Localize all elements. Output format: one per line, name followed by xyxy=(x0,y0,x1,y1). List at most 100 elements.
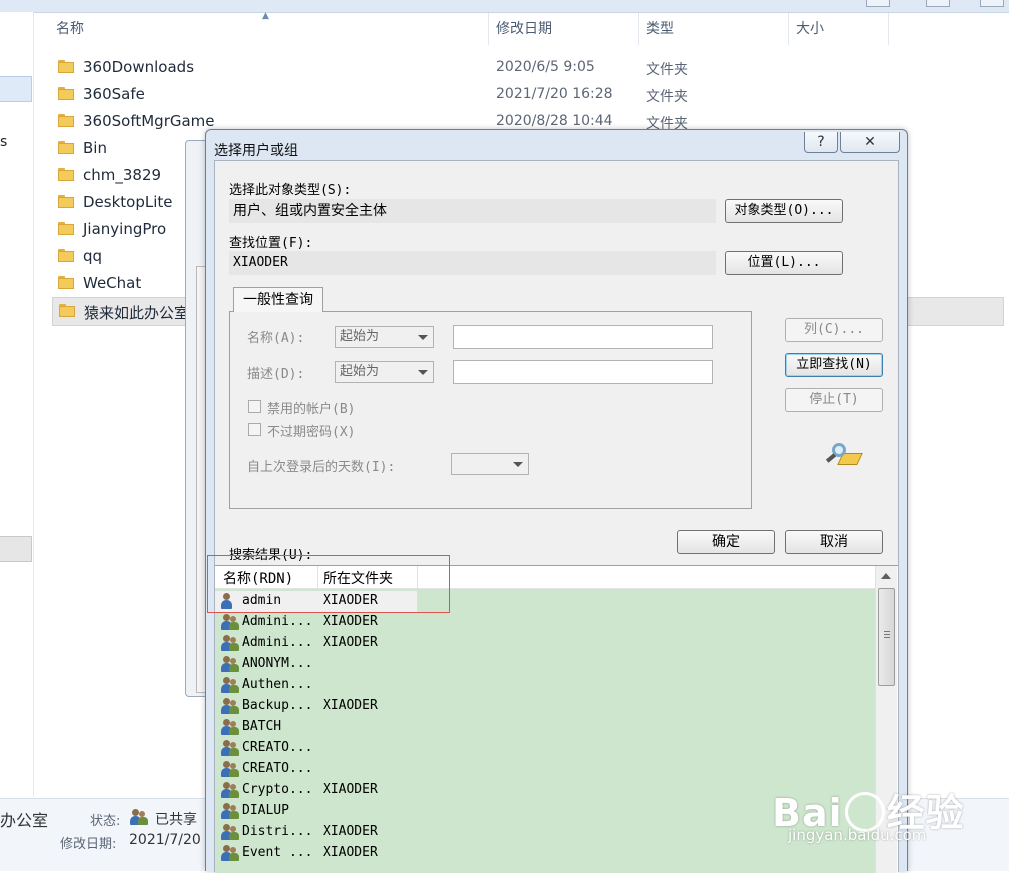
group-icon xyxy=(221,845,239,862)
state-value: 已共享 xyxy=(155,812,197,828)
column-header-name[interactable]: 名称 xyxy=(56,13,84,45)
result-row[interactable]: CREATO... xyxy=(215,738,875,759)
cancel-button[interactable]: 取消 xyxy=(785,530,883,554)
object-types-button[interactable]: 对象类型(O)... xyxy=(725,199,843,223)
group-icon xyxy=(221,614,239,631)
window-control-button[interactable] xyxy=(866,0,890,7)
non-expiring-password-checkbox[interactable] xyxy=(248,423,261,436)
file-name: 猿来如此办公室 xyxy=(84,304,190,322)
file-name: Bin xyxy=(83,139,107,157)
disabled-accounts-checkbox[interactable] xyxy=(248,400,261,413)
result-name: CREATO... xyxy=(242,761,313,776)
result-name: Admini... xyxy=(242,635,313,650)
file-name: 360Downloads xyxy=(83,58,195,76)
columns-button[interactable]: 列(C)... xyxy=(785,318,883,342)
column-separator[interactable] xyxy=(788,13,789,45)
result-row[interactable]: ANONYM... xyxy=(215,654,875,675)
nav-item-selected[interactable] xyxy=(0,76,32,102)
result-row[interactable]: Event ... XIAODER xyxy=(215,843,875,864)
result-name: BATCH xyxy=(242,719,282,734)
file-name: 360SoftMgrGame xyxy=(83,112,215,130)
group-icon xyxy=(221,782,239,799)
window-control-button[interactable] xyxy=(980,0,1004,7)
selected-folder-name: 办公室 xyxy=(0,811,49,830)
nav-item-fragment[interactable]: s xyxy=(0,134,7,150)
find-now-button[interactable]: 立即查找(N) xyxy=(785,353,883,377)
tab-common-queries[interactable]: 一般性查询 xyxy=(233,287,323,312)
group-icon xyxy=(221,824,239,841)
file-name: qq xyxy=(83,247,103,265)
description-match-value: 起始为 xyxy=(340,364,380,379)
folder-icon xyxy=(58,222,74,235)
stop-button[interactable]: 停止(T) xyxy=(785,388,883,412)
result-row[interactable]: Admini... XIAODER xyxy=(215,633,875,654)
result-row[interactable]: Backup... XIAODER xyxy=(215,696,875,717)
locations-button[interactable]: 位置(L)... xyxy=(725,251,843,275)
result-name: CREATO... xyxy=(242,740,313,755)
result-row[interactable]: BATCH xyxy=(215,717,875,738)
result-folder: XIAODER xyxy=(323,635,378,650)
group-icon xyxy=(221,677,239,694)
group-icon xyxy=(221,698,239,715)
file-name: chm_3829 xyxy=(83,166,162,184)
file-name: WeChat xyxy=(83,274,142,292)
folder-icon xyxy=(58,249,74,262)
chevron-down-icon xyxy=(513,462,523,467)
file-row[interactable]: 360Safe 2021/7/20 16:28 文件夹 xyxy=(52,81,1002,108)
result-row[interactable]: Authen... xyxy=(215,675,875,696)
scrollbar-thumb[interactable] xyxy=(878,588,895,686)
column-header-type[interactable]: 类型 xyxy=(646,13,674,45)
file-name: JianyingPro xyxy=(83,220,167,238)
result-row[interactable]: CREATO... xyxy=(215,759,875,780)
result-name: Crypto... xyxy=(242,782,313,797)
name-match-select[interactable]: 起始为 xyxy=(335,326,434,348)
sort-ascending-icon: ▲ xyxy=(262,11,269,21)
help-button[interactable]: ? xyxy=(804,132,838,153)
result-row[interactable]: Admini... XIAODER xyxy=(215,612,875,633)
column-separator[interactable] xyxy=(638,13,639,45)
group-icon xyxy=(221,635,239,652)
result-name: Admini... xyxy=(242,614,313,629)
close-button[interactable]: ✕ xyxy=(840,132,900,153)
result-name: Distri... xyxy=(242,824,313,839)
column-header-date[interactable]: 修改日期 xyxy=(496,13,552,45)
file-date: 2020/8/28 10:44 xyxy=(496,113,613,129)
folder-icon xyxy=(58,276,74,289)
disabled-accounts-label: 禁用的帐户(B) xyxy=(267,402,356,417)
file-date: 2021/7/20 16:28 xyxy=(496,86,613,102)
file-date: 2020/6/5 9:05 xyxy=(496,59,595,75)
name-input[interactable] xyxy=(453,325,713,349)
object-type-label: 选择此对象类型(S): xyxy=(229,183,352,198)
shared-users-icon xyxy=(130,809,148,825)
nav-item-highlight[interactable] xyxy=(0,536,32,562)
group-icon xyxy=(221,719,239,736)
location-label: 查找位置(F): xyxy=(229,236,313,251)
group-icon xyxy=(221,803,239,820)
select-users-dialog: 选择用户或组 ? ✕ 选择此对象类型(S): 用户、组或内置安全主体 对象类型(… xyxy=(205,129,908,873)
result-name: Event ... xyxy=(242,845,313,860)
window-control-button[interactable] xyxy=(926,0,950,7)
group-icon xyxy=(221,761,239,778)
state-label: 状态: xyxy=(90,814,121,829)
days-since-logon-select[interactable] xyxy=(451,453,529,475)
result-folder: XIAODER xyxy=(323,845,378,860)
result-name: Backup... xyxy=(242,698,313,713)
description-label: 描述(D): xyxy=(247,367,305,382)
file-type: 文件夹 xyxy=(646,89,688,105)
folder-icon xyxy=(58,168,74,181)
ok-button[interactable]: 确定 xyxy=(677,530,775,554)
modified-label: 修改日期: xyxy=(60,837,117,852)
column-separator[interactable] xyxy=(488,13,489,45)
description-match-select[interactable]: 起始为 xyxy=(335,361,434,383)
result-name: DIALUP xyxy=(242,803,289,818)
group-icon xyxy=(221,740,239,757)
chevron-down-icon xyxy=(418,335,428,340)
result-folder: XIAODER xyxy=(323,614,378,629)
column-separator[interactable] xyxy=(888,13,889,45)
name-match-value: 起始为 xyxy=(340,329,380,344)
scroll-up-arrow-icon[interactable] xyxy=(881,573,891,579)
file-row[interactable]: 360Downloads 2020/6/5 9:05 文件夹 xyxy=(52,54,1002,81)
column-header-size[interactable]: 大小 xyxy=(796,13,824,45)
search-flashlight-icon xyxy=(824,441,863,469)
description-input[interactable] xyxy=(453,360,713,384)
